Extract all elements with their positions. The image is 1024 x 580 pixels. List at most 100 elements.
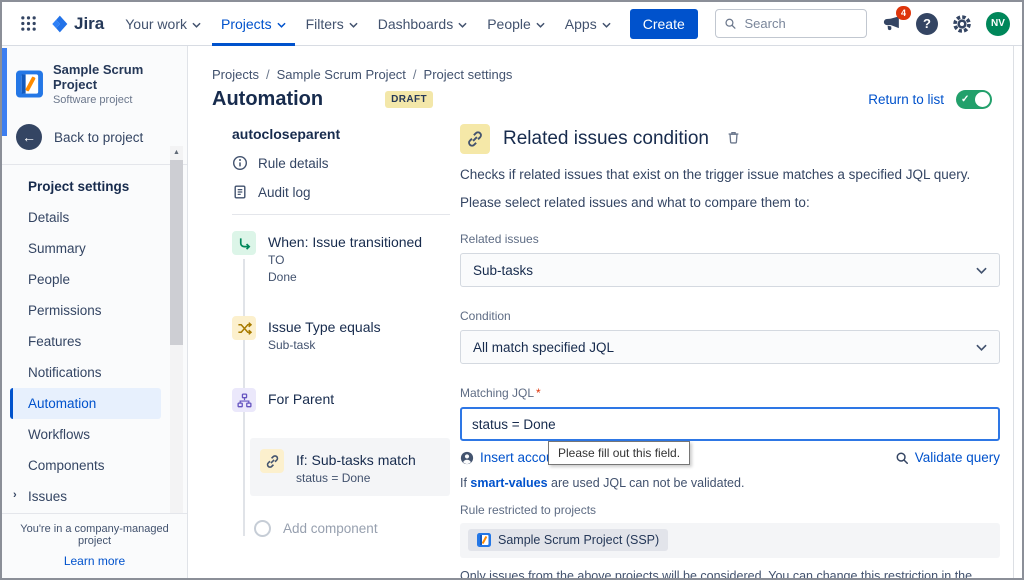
breadcrumb-projects[interactable]: Projects	[212, 67, 259, 82]
sidebar-section-project-settings: Project settings	[10, 171, 161, 202]
nav-projects[interactable]: Projects	[212, 2, 295, 46]
sidebar-item-summary[interactable]: Summary	[10, 233, 161, 264]
validate-query-link[interactable]: Validate query	[895, 450, 1000, 465]
nav-your-work[interactable]: Your work	[116, 2, 210, 46]
condition-select[interactable]: All match specified JQL	[460, 330, 1000, 364]
component-subtasks-match-condition[interactable]: If: Sub-tasks match status = Done	[250, 438, 450, 496]
nav-apps[interactable]: Apps	[556, 2, 620, 46]
sidebar-item-permissions[interactable]: Permissions	[10, 295, 161, 326]
jql-helper-row: Insert account IDs Please fill out this …	[460, 450, 1000, 465]
chevron-down-icon	[277, 22, 286, 28]
delete-component-icon[interactable]	[726, 128, 741, 150]
info-icon	[232, 155, 248, 171]
project-chip[interactable]: Sample Scrum Project (SSP)	[468, 529, 668, 551]
sidebar-footer: You're in a company-managed project Lear…	[2, 513, 187, 578]
sidebar-item-workflows[interactable]: Workflows	[10, 419, 161, 450]
component-for-parent-branch[interactable]: For Parent	[232, 388, 450, 412]
sidebar-item-people[interactable]: People	[10, 264, 161, 295]
nav-dashboards[interactable]: Dashboards	[369, 2, 477, 46]
project-type: Software project	[53, 94, 177, 106]
restricted-projects-strip: Sample Scrum Project (SSP)	[460, 523, 1000, 558]
condition-group: Condition All match specified JQL	[460, 307, 1000, 364]
rule-name: autocloseparent	[232, 126, 450, 142]
page-header: Automation DRAFT Return to list ✓	[212, 88, 992, 111]
sidebar-accent-bar	[2, 48, 7, 136]
chevron-down-icon	[536, 22, 545, 28]
component-trigger[interactable]: When: Issue transitioned TO Done	[232, 231, 450, 284]
shuffle-icon	[232, 316, 256, 340]
audit-log-icon	[232, 184, 248, 200]
audit-log-link[interactable]: Audit log	[232, 184, 450, 200]
rule-details-link[interactable]: Rule details	[232, 155, 450, 171]
user-avatar[interactable]: NV	[986, 12, 1010, 36]
project-settings-nav: Project settings Details Summary People …	[2, 171, 187, 543]
topnav-right: 4 ? NV	[715, 9, 1010, 38]
validation-tooltip: Please fill out this field.	[548, 441, 690, 465]
nav-people[interactable]: People	[478, 2, 554, 46]
notification-badge: 4	[896, 6, 911, 20]
matching-jql-group: Matching JQL*	[460, 384, 1000, 441]
create-button[interactable]: Create	[630, 9, 698, 39]
sidebar-item-details[interactable]: Details	[10, 202, 161, 233]
help-icon[interactable]: ?	[916, 13, 938, 35]
scrollbar-thumb[interactable]	[170, 160, 183, 345]
main-content: Projects / Sample Scrum Project / Projec…	[188, 46, 1022, 578]
chevron-down-icon	[976, 344, 987, 351]
draft-badge: DRAFT	[385, 91, 433, 108]
jira-logo-icon	[49, 14, 69, 34]
return-to-list-link[interactable]: Return to list	[868, 92, 944, 107]
chevron-down-icon	[349, 22, 358, 28]
notifications-icon[interactable]: 4	[881, 13, 902, 34]
related-issues-label: Related issues	[460, 232, 539, 246]
condition-label: Condition	[460, 309, 511, 323]
related-issues-select[interactable]: Sub-tasks	[460, 253, 1000, 287]
search-box[interactable]	[715, 9, 867, 38]
validate-search-icon	[895, 451, 909, 465]
sidebar-item-issues[interactable]: › Issues	[10, 481, 161, 512]
back-to-project[interactable]: ← Back to project	[2, 106, 187, 164]
project-name: Sample Scrum Project	[53, 62, 177, 92]
learn-more-link[interactable]: Learn more	[64, 554, 125, 568]
add-component-button[interactable]: Add component	[254, 520, 450, 537]
sidebar-item-features[interactable]: Features	[10, 326, 161, 357]
restriction-note: Only issues from the above projects will…	[460, 569, 1000, 580]
condition-instruction: Please select related issues and what to…	[460, 195, 1000, 210]
grid-icon	[20, 15, 37, 32]
sidebar-item-notifications[interactable]: Notifications	[10, 357, 161, 388]
chevron-down-icon	[192, 22, 201, 28]
check-icon: ✓	[961, 94, 969, 105]
scroll-up-icon[interactable]: ▲	[173, 146, 180, 159]
person-icon	[460, 451, 474, 465]
matching-jql-label: Matching JQL	[460, 386, 534, 400]
breadcrumb-project[interactable]: Sample Scrum Project	[277, 67, 406, 82]
hierarchy-icon	[232, 388, 256, 412]
component-issue-type-condition[interactable]: Issue Type equals Sub-task	[232, 316, 450, 352]
link-icon	[260, 449, 284, 473]
trigger-icon	[232, 231, 256, 255]
sidebar-item-automation[interactable]: Automation	[10, 388, 161, 419]
breadcrumb-separator: /	[266, 67, 270, 82]
breadcrumb: Projects / Sample Scrum Project / Projec…	[212, 67, 512, 82]
project-header: Sample Scrum Project Software project	[2, 46, 187, 106]
related-issues-group: Related issues Sub-tasks	[460, 230, 1000, 287]
project-chip-icon	[477, 533, 491, 547]
nav-filters[interactable]: Filters	[297, 2, 367, 46]
search-input[interactable]	[742, 15, 858, 32]
breadcrumb-project-settings[interactable]: Project settings	[424, 67, 513, 82]
sidebar-scrollbar[interactable]: ▲ ▼	[170, 146, 183, 530]
sidebar-item-components[interactable]: Components	[10, 450, 161, 481]
panel-divider	[1013, 46, 1014, 578]
chevron-right-icon: ›	[13, 489, 17, 501]
project-avatar-icon	[16, 69, 43, 99]
breadcrumb-separator: /	[413, 67, 417, 82]
app-switcher-icon[interactable]	[14, 11, 43, 36]
toggle-knob	[975, 92, 990, 107]
rule-enabled-toggle[interactable]: ✓	[956, 90, 992, 109]
settings-gear-icon[interactable]	[952, 14, 972, 34]
managed-project-note: You're in a company-managed project	[8, 523, 181, 547]
matching-jql-input[interactable]	[460, 407, 1000, 441]
smart-values-link[interactable]: smart-values	[470, 476, 547, 490]
page-title: Automation	[212, 88, 323, 111]
link-icon	[460, 124, 490, 154]
jira-logo[interactable]: Jira	[49, 14, 104, 34]
